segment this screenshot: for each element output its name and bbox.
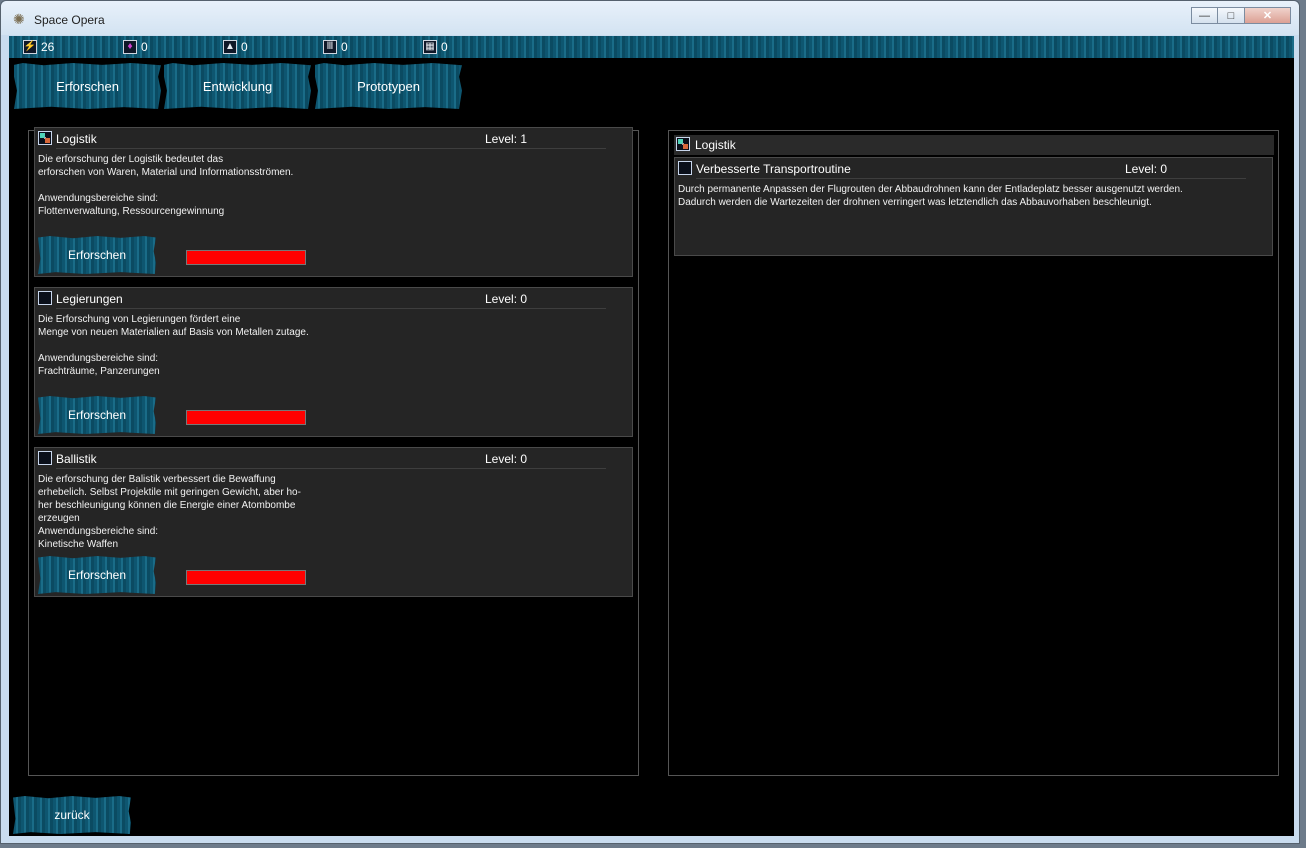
- window-title: Space Opera: [34, 13, 105, 27]
- sub-research-description: Durch permanente Anpassen der Flugrouten…: [678, 184, 1183, 208]
- energy-icon: ⚡: [23, 40, 37, 54]
- game-canvas: ⚡ 26 ♦ 0 ▲ 0 Ⅲ 0 ▦ 0 Erforschen Entwickl…: [9, 36, 1294, 836]
- research-level: Level: 0: [485, 452, 528, 466]
- detail-header: Logistik: [674, 135, 1274, 155]
- research-description: Die Erforschung von Legierungen fördert …: [38, 314, 309, 377]
- tab-entwicklung[interactable]: Entwicklung: [164, 63, 311, 109]
- maximize-button[interactable]: □: [1218, 7, 1245, 24]
- resource-value: 0: [241, 40, 248, 54]
- research-title: Legierungen: [56, 292, 123, 306]
- close-button[interactable]: ✕: [1245, 7, 1291, 24]
- crystal-icon: ♦: [123, 40, 137, 54]
- resource-value: 26: [41, 40, 55, 54]
- grid-icon: ▦: [423, 40, 437, 54]
- detail-logistik-icon: [676, 137, 690, 151]
- research-button[interactable]: Erforschen: [38, 236, 156, 274]
- resource-bar: ⚡ 26 ♦ 0 ▲ 0 Ⅲ 0 ▦ 0: [9, 36, 1294, 58]
- legierungen-checkbox-icon[interactable]: [38, 291, 52, 305]
- tab-prototypen[interactable]: Prototypen: [315, 63, 462, 109]
- sub-research-checkbox-icon[interactable]: [678, 161, 692, 175]
- detail-title: Logistik: [695, 138, 736, 152]
- research-list-panel: Logistik Level: 1 Die erforschung der Lo…: [28, 127, 639, 776]
- tab-erforschen[interactable]: Erforschen: [14, 63, 161, 109]
- columns-icon: Ⅲ: [323, 40, 337, 54]
- research-title: Ballistik: [56, 452, 97, 466]
- research-title: Logistik: [56, 132, 97, 146]
- app-window: ✺ Space Opera — □ ✕ ⚡ 26 ♦ 0 ▲ 0 Ⅲ 0 ▦ 0…: [0, 0, 1300, 844]
- resource-value: 0: [141, 40, 148, 54]
- resource-grid: ▦ 0: [423, 39, 448, 55]
- title-bar[interactable]: ✺ Space Opera — □ ✕: [1, 1, 1299, 35]
- pyramid-icon: ▲: [223, 40, 237, 54]
- back-button[interactable]: zurück: [13, 796, 131, 834]
- research-card-legierungen: Legierungen Level: 0 Die Erforschung von…: [34, 287, 633, 437]
- research-progress-bar: [186, 570, 306, 585]
- research-card-logistik: Logistik Level: 1 Die erforschung der Lo…: [34, 127, 633, 277]
- research-level: Level: 1: [485, 132, 528, 146]
- research-button[interactable]: Erforschen: [38, 396, 156, 434]
- sub-research-title: Verbesserte Transportroutine: [696, 162, 851, 176]
- research-level: Level: 0: [485, 292, 528, 306]
- sub-research-card: Verbesserte Transportroutine Level: 0 Du…: [674, 157, 1273, 256]
- resource-crystal: ♦ 0: [123, 39, 148, 55]
- ballistik-checkbox-icon[interactable]: [38, 451, 52, 465]
- research-description: Die erforschung der Balistik verbessert …: [38, 474, 301, 550]
- resource-columns: Ⅲ 0: [323, 39, 348, 55]
- app-logo-icon: ✺: [13, 11, 25, 27]
- research-button[interactable]: Erforschen: [38, 556, 156, 594]
- research-progress-bar: [186, 410, 306, 425]
- resource-value: 0: [441, 40, 448, 54]
- logistik-checkbox-icon[interactable]: [38, 131, 52, 145]
- research-detail-panel: Logistik Verbesserte Transportroutine Le…: [668, 130, 1279, 776]
- research-progress-bar: [186, 250, 306, 265]
- sub-research-level: Level: 0: [1125, 162, 1168, 176]
- research-card-ballistik: Ballistik Level: 0 Die erforschung der B…: [34, 447, 633, 597]
- minimize-button[interactable]: —: [1191, 7, 1218, 24]
- resource-energy: ⚡ 26: [23, 39, 54, 55]
- research-description: Die erforschung der Logistik bedeutet da…: [38, 154, 294, 217]
- resource-value: 0: [341, 40, 348, 54]
- resource-pyramid: ▲ 0: [223, 39, 248, 55]
